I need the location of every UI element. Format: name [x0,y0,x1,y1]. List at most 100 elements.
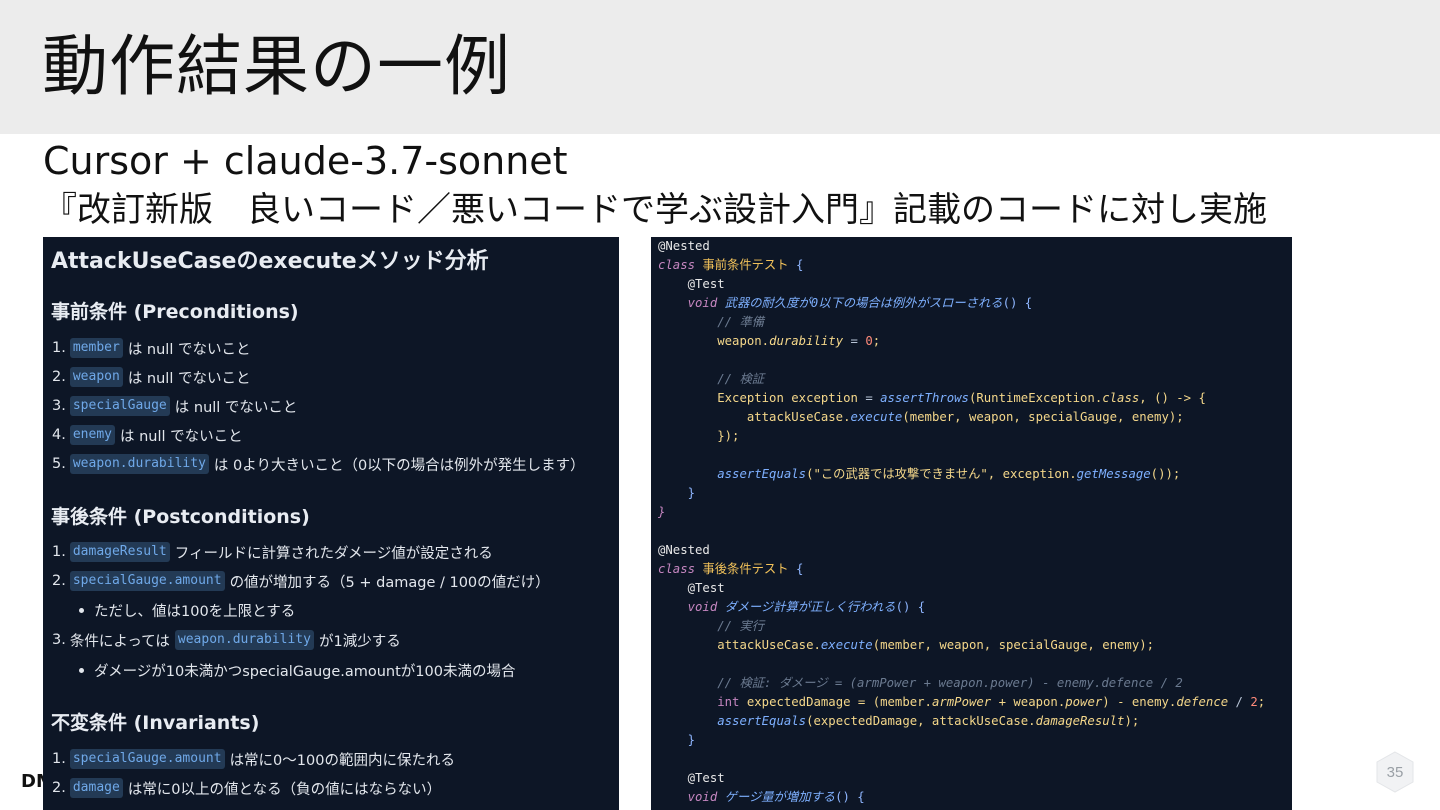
property: durability [769,334,844,348]
sub-list-item: ただし、値は100を上限とする [79,599,295,621]
keyword: void [687,600,718,614]
expr: + weapon. [991,695,1066,709]
method-call: assertEquals [717,714,807,728]
page-number: 35 [1386,763,1404,781]
code-panel: @Nested class 事前条件テスト { @Test void 武器の耐久… [651,237,1292,810]
item-text: ただし、値は100を上限とする [94,603,296,620]
list-item: 2. damage は常に0以上の値となる（負の値にはならない） [52,777,441,799]
brace: () { [1002,296,1033,310]
item-number: 1. [52,544,66,560]
type: int [717,695,740,709]
code-line: int expectedDamage = (member.armPower + … [658,693,1265,712]
code-line: void ダメージ計算が正しく行われる() { [658,598,926,617]
property: defence [1176,695,1229,709]
list-item: 4. enemy は null でないこと [52,424,243,446]
item-number: 2. [52,780,66,796]
analysis-heading: AttackUseCaseのexecuteメソッド分析 [51,249,489,274]
preconditions-title: 事前条件 (Preconditions) [51,301,299,323]
code-line: // 準備 [658,313,764,332]
code-chip: damageResult [69,542,170,562]
code-line: void 武器の耐久度が0以下の場合は例外がスローされる() { [658,294,1033,313]
method-call: assertEquals [717,467,807,481]
code-line: // 検証: ダメージ = (armPower + weapon.power) … [658,674,1183,693]
punct: }); [717,429,740,443]
punct: ); [1124,714,1140,728]
method-name: ゲージ量が増加する [724,790,836,804]
brace: { [795,258,804,272]
args: , () -> { [1139,391,1206,405]
code-line: @Test [658,579,725,598]
subtitle-book: 『改訂新版 良いコード／悪いコードで学ぶ設計入門』記載のコードに対し実施 [43,190,1267,230]
invariants-title: 不変条件 (Invariants) [51,712,260,734]
item-number: 1. [52,340,66,356]
code-chip: specialGauge.amount [69,571,225,591]
punct: ()); [1150,467,1181,481]
list-item: 1. member は null でないこと [52,337,250,359]
code-line: Exception exception = assertThrows(Runti… [658,389,1206,408]
keyword: void [687,790,718,804]
code-chip: enemy [69,425,115,445]
property: damageResult [1035,714,1125,728]
code-line: assertEquals(expectedDamage, attackUseCa… [658,712,1139,731]
comment: // 準備 [717,315,765,329]
code-chip: specialGauge.amount [69,749,225,769]
method-call: execute [820,638,873,652]
item-text: は null でないこと [174,399,298,416]
item-number: 3. [52,632,66,648]
string: ("この武器では攻撃できません", exception. [806,467,1077,481]
comment: // 検証: ダメージ = (armPower + weapon.power) … [717,676,1183,690]
subtitle-model: Cursor + claude-3.7-sonnet [43,139,568,183]
brace: () { [835,790,865,804]
item-number: 2. [52,369,66,385]
annotation: @Test [687,771,725,785]
code-line: class 事後条件テスト { [658,560,803,579]
list-item: 3. specialGauge は null でないこと [52,395,297,417]
method-call: assertThrows [880,391,969,405]
list-item: 2. weapon は null でないこと [52,366,250,388]
brace: } [658,505,666,519]
punct: ; [872,334,881,348]
variable: exception [783,391,866,405]
operator: = [843,334,866,348]
keyword: void [687,296,718,310]
item-text: ダメージが10未満かつspecialGauge.amountが100未満の場合 [94,663,516,680]
annotation: @Nested [658,239,710,253]
args: (expectedDamage, attackUseCase. [806,714,1036,728]
code-line: @Test [658,769,725,788]
code-line: @Test [658,275,725,294]
code-line: // 実行 [658,617,764,636]
brace: } [687,733,696,747]
list-item: 5. weapon.durability は 0より大きいこと（0以下の場合は例… [52,453,585,475]
args: (RuntimeException. [968,391,1103,405]
item-prefix: 条件によっては [69,633,170,650]
analysis-panel: AttackUseCaseのexecuteメソッド分析 事前条件 (Precon… [43,237,619,810]
number: 2 [1250,695,1258,709]
expr: expectedDamage = (member. [739,695,932,709]
code-line: } [658,484,695,503]
keyword: class [658,562,696,576]
bullet-icon [79,667,84,673]
comment: // 実行 [717,619,765,633]
brace: { [795,562,804,576]
method-name: 武器の耐久度が0以下の場合は例外がスローされる [724,296,1003,310]
code-line: void ゲージ量が増加する() { [658,788,865,807]
variable: attackUseCase. [717,638,821,652]
args: (member, weapon, specialGauge, enemy); [872,638,1155,652]
annotation: @Test [687,277,725,291]
brace: () { [895,600,926,614]
code-line: attackUseCase.execute(member, weapon, sp… [658,408,1184,427]
item-number: 4. [52,427,66,443]
class-name: 事前条件テスト [702,258,789,272]
list-item: 2. specialGauge.amount の値が増加する（5 + damag… [52,570,550,592]
code-line: } [658,731,695,750]
code-line: attackUseCase.execute(member, weapon, sp… [658,636,1154,655]
item-number: 3. [52,398,66,414]
code-chip: damage [69,778,123,798]
item-text: は常に0以上の値となる（負の値にはならない） [127,781,442,798]
item-number: 1. [52,751,66,767]
list-item: 3. 条件によっては weapon.durability が1減少する [52,629,401,651]
item-text: フィールドに計算されたダメージ値が設定される [174,545,493,562]
operator: = [865,391,881,405]
item-text: が1減少する [318,633,401,650]
code-line: @Nested [658,237,710,256]
